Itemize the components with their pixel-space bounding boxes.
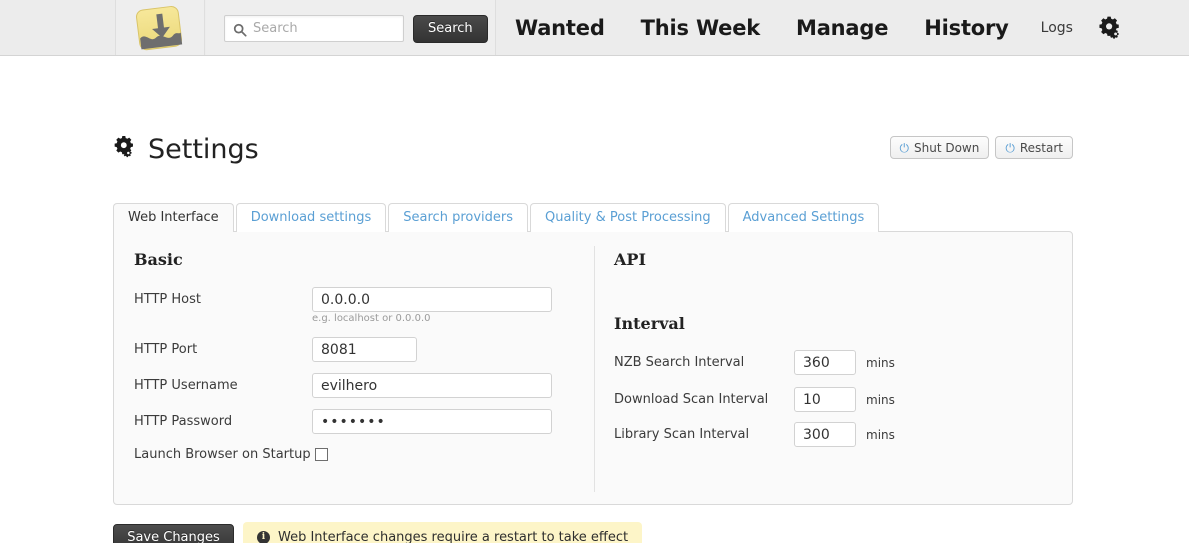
http-host-hint: e.g. localhost or 0.0.0.0 (312, 313, 431, 324)
field-http-username: HTTP Username (134, 373, 574, 398)
search-button[interactable]: Search (413, 15, 488, 43)
download-scan-interval-label: Download Scan Interval (614, 392, 769, 407)
restart-notice-text: Web Interface changes require a restart … (278, 529, 629, 543)
library-scan-interval-unit: mins (866, 427, 895, 442)
nav-item-this-week[interactable]: This Week (623, 16, 778, 40)
field-nzb-search-interval: NZB Search Interval mins (614, 350, 895, 375)
tab-advanced-settings[interactable]: Advanced Settings (727, 203, 880, 232)
top-actions: ⏻ Shut Down ⏻ Restart (889, 136, 1073, 159)
search-input[interactable] (251, 16, 399, 41)
launch-browser-checkbox[interactable] (314, 448, 328, 461)
basic-section-title: Basic (134, 250, 183, 269)
nzb-search-interval-input[interactable] (794, 350, 856, 375)
top-header-bar: Search Wanted This Week Manage History L… (0, 0, 1189, 56)
http-host-label: HTTP Host (134, 292, 201, 307)
nav-item-history[interactable]: History (906, 16, 1026, 40)
app-logo[interactable] (115, 0, 205, 55)
search-icon (233, 22, 247, 37)
page-body: Settings ⏻ Shut Down ⏻ Restart Web Inter… (0, 56, 1189, 543)
main-navigation: Wanted This Week Manage History Logs (497, 0, 1133, 55)
api-section-title: API (614, 250, 646, 269)
http-port-label: HTTP Port (134, 342, 198, 357)
tab-download-settings[interactable]: Download settings (235, 203, 387, 232)
gear-icon (113, 135, 139, 165)
restart-label: Restart (1019, 140, 1063, 155)
search-area: Search (206, 0, 496, 55)
page-title: Settings (113, 134, 259, 165)
http-host-input[interactable] (312, 287, 552, 312)
field-http-host: HTTP Host (134, 287, 574, 312)
power-icon: ⏻ (1005, 140, 1015, 155)
settings-tabs: Web Interface Download settings Search p… (113, 203, 880, 233)
column-divider (594, 246, 595, 492)
shut-down-label: Shut Down (914, 140, 980, 155)
search-box[interactable] (224, 15, 404, 42)
nav-item-manage[interactable]: Manage (778, 16, 906, 40)
library-scan-interval-input[interactable] (794, 422, 856, 447)
http-port-input[interactable] (312, 337, 417, 362)
restart-notice: i Web Interface changes require a restar… (243, 522, 643, 543)
shut-down-button[interactable]: ⏻ Shut Down (889, 136, 990, 159)
mylar-logo-icon (133, 3, 186, 53)
tab-search-providers[interactable]: Search providers (388, 203, 529, 232)
nav-item-logs[interactable]: Logs (1027, 20, 1087, 36)
http-username-label: HTTP Username (134, 378, 238, 393)
nzb-search-interval-unit: mins (866, 355, 895, 370)
field-library-scan-interval: Library Scan Interval mins (614, 422, 895, 447)
nzb-search-interval-label: NZB Search Interval (614, 355, 745, 370)
page-title-text: Settings (148, 134, 259, 165)
http-username-input[interactable] (312, 373, 552, 398)
launch-browser-label: Launch Browser on Startup (134, 447, 311, 462)
interval-section-title: Interval (614, 314, 685, 333)
info-icon: i (257, 530, 270, 543)
nav-settings-gear-icon[interactable] (1087, 15, 1133, 41)
library-scan-interval-label: Library Scan Interval (614, 427, 750, 442)
http-password-input[interactable] (312, 409, 552, 434)
nav-item-wanted[interactable]: Wanted (497, 16, 623, 40)
field-download-scan-interval: Download Scan Interval mins (614, 387, 895, 412)
restart-button[interactable]: ⏻ Restart (995, 136, 1073, 159)
tab-quality-post-processing[interactable]: Quality & Post Processing (530, 203, 726, 232)
field-http-port: HTTP Port (134, 337, 574, 362)
http-password-label: HTTP Password (134, 414, 233, 429)
tab-web-interface[interactable]: Web Interface (113, 203, 234, 233)
field-launch-browser: Launch Browser on Startup (134, 447, 328, 462)
field-http-password: HTTP Password (134, 409, 574, 434)
save-changes-button[interactable]: Save Changes (113, 524, 234, 543)
power-icon: ⏻ (899, 140, 910, 155)
settings-panel: Basic HTTP Host e.g. localhost or 0.0.0.… (113, 231, 1073, 505)
download-scan-interval-unit: mins (866, 392, 895, 407)
download-scan-interval-input[interactable] (794, 387, 856, 412)
